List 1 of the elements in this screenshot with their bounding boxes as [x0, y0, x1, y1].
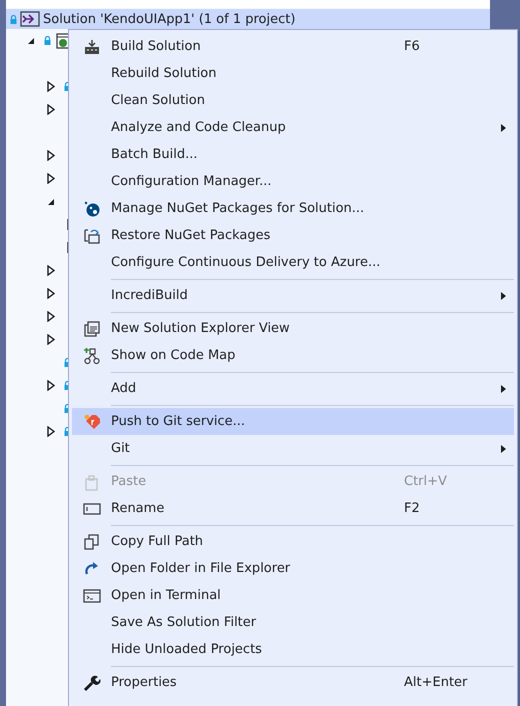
solution-label: Solution 'KendoUIApp1' (1 of 1 project)	[43, 12, 296, 26]
